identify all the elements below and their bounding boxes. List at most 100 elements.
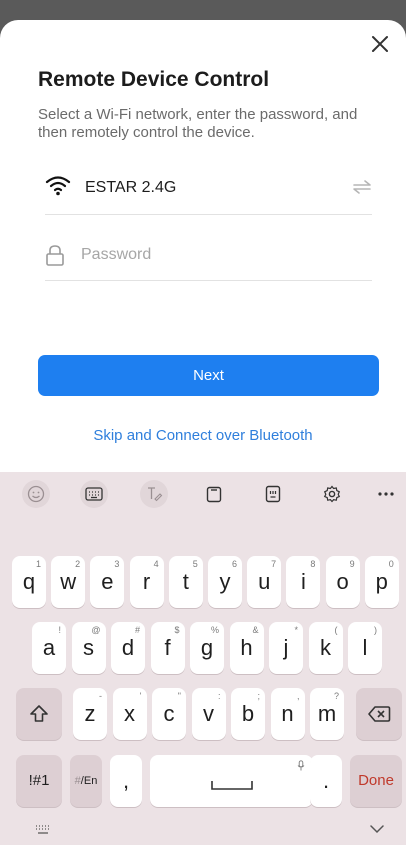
key-hint: $ [174,625,180,635]
password-row [45,226,372,281]
close-icon[interactable] [368,32,392,56]
handwriting-icon[interactable] [140,480,168,508]
lock-icon [46,245,64,266]
key-hint: 8 [310,559,316,569]
key-t[interactable]: 5t [168,556,203,608]
on-screen-keyboard: 1q2w3e4r5t6y7u8i9o0p ! a @ s # d $ f% g & h * j(k) l … [0,472,406,845]
text-edit-icon[interactable] [259,480,287,508]
key-hint: 1 [35,559,41,569]
key-p[interactable]: 0p [364,556,399,608]
key-label: m [317,701,337,726]
key-label: t [182,569,189,594]
key-label: q [22,569,36,594]
key-h[interactable]: & h [229,622,264,674]
keyboard-switch-icon[interactable] [34,824,52,836]
key-hint: & [252,625,259,635]
key-w[interactable]: 2w [51,556,86,608]
done-key[interactable]: Done [350,755,402,807]
space-key[interactable] [150,755,313,807]
switch-network-icon[interactable] [352,179,372,195]
key-hint: : [217,691,221,701]
key-b[interactable]: ; b [231,688,265,740]
key-u[interactable]: 7u [247,556,282,608]
wifi-network-row[interactable]: ESTAR 2.4G [45,160,372,215]
key-m[interactable]: ? m [310,688,344,740]
key-label: a [42,635,56,660]
key-f[interactable]: $ f [150,622,185,674]
symbols-key[interactable]: !#1 [16,755,62,807]
key-hint: ( [334,625,338,635]
key-hint: 0 [388,559,394,569]
clipboard-icon[interactable] [200,480,228,508]
key-label: v [203,701,214,726]
key-label: p [375,569,388,594]
key-label: i [300,569,306,594]
emoji-icon[interactable] [22,480,50,508]
more-icon[interactable] [372,480,400,508]
key-label: d [121,635,135,660]
key-label: w [60,569,77,594]
shift-key[interactable] [16,688,62,740]
remote-control-sheet: Remote Device Control Select a Wi-Fi net… [0,20,406,845]
key-d[interactable]: # d [111,622,145,674]
next-button[interactable]: Next [38,355,379,396]
key-label: z [84,701,96,726]
key-hint: 3 [114,559,120,569]
settings-icon[interactable] [318,480,346,508]
key-s[interactable]: @ s [71,622,106,674]
key-n[interactable]: ,n [270,688,305,740]
language-key[interactable]: #/En [70,755,102,807]
key-hint: 7 [271,559,277,569]
comma-key[interactable]: , [110,755,142,807]
key-hint: - [99,691,102,701]
key-hint: ; [257,691,260,701]
skip-bluetooth-link[interactable]: Skip and Connect over Bluetooth [0,427,406,444]
key-j[interactable]: * j [269,622,303,674]
key-label: e [101,569,114,594]
key-g[interactable]: % g [190,622,224,674]
keyboard-toolbar [0,472,406,516]
key-label: g [200,635,214,660]
key-hint: " [177,691,181,701]
key-label: b [241,701,255,726]
key-hint: 2 [75,559,81,569]
key-hint: 6 [231,559,237,569]
key-y[interactable]: 6y [208,556,242,608]
key-hint: % [210,625,219,635]
language-key-label: /En [80,775,98,787]
key-a[interactable]: ! a [32,622,66,674]
key-label: u [258,569,271,594]
key-label: n [281,701,294,726]
key-hint: , [296,691,300,701]
password-input[interactable] [79,242,363,268]
wifi-icon [45,176,71,196]
key-hint: ' [139,691,142,701]
backspace-key[interactable] [356,688,402,740]
key-hint: ? [333,691,339,701]
key-z[interactable]: -z [73,688,107,740]
key-label: x [124,701,135,726]
key-o[interactable]: 9o [325,556,360,608]
hide-keyboard-icon[interactable] [370,824,384,834]
key-label: o [336,569,349,594]
keyboard-icon[interactable] [80,480,108,508]
key-label: j [283,635,289,660]
key-c[interactable]: " c [152,688,186,740]
key-l[interactable]: ) l [348,622,382,674]
key-hint: # [134,625,140,635]
dialog-subtitle: Select a Wi-Fi network, enter the passwo… [38,106,358,141]
key-q[interactable]: 1q [12,556,46,608]
key-k[interactable]: (k [308,622,343,674]
key-x[interactable]: ' x [112,688,147,740]
key-i[interactable]: 8i [286,556,321,608]
period-key[interactable]: . [310,755,342,807]
key-r[interactable]: 4r [129,556,164,608]
key-hint: @ [91,625,101,635]
key-label: h [240,635,253,660]
key-label: f [164,635,171,660]
key-hint: 4 [153,559,159,569]
key-v[interactable]: :v [191,688,226,740]
key-e[interactable]: 3e [90,556,125,608]
key-label: r [142,569,151,594]
key-hint: 5 [192,559,198,569]
